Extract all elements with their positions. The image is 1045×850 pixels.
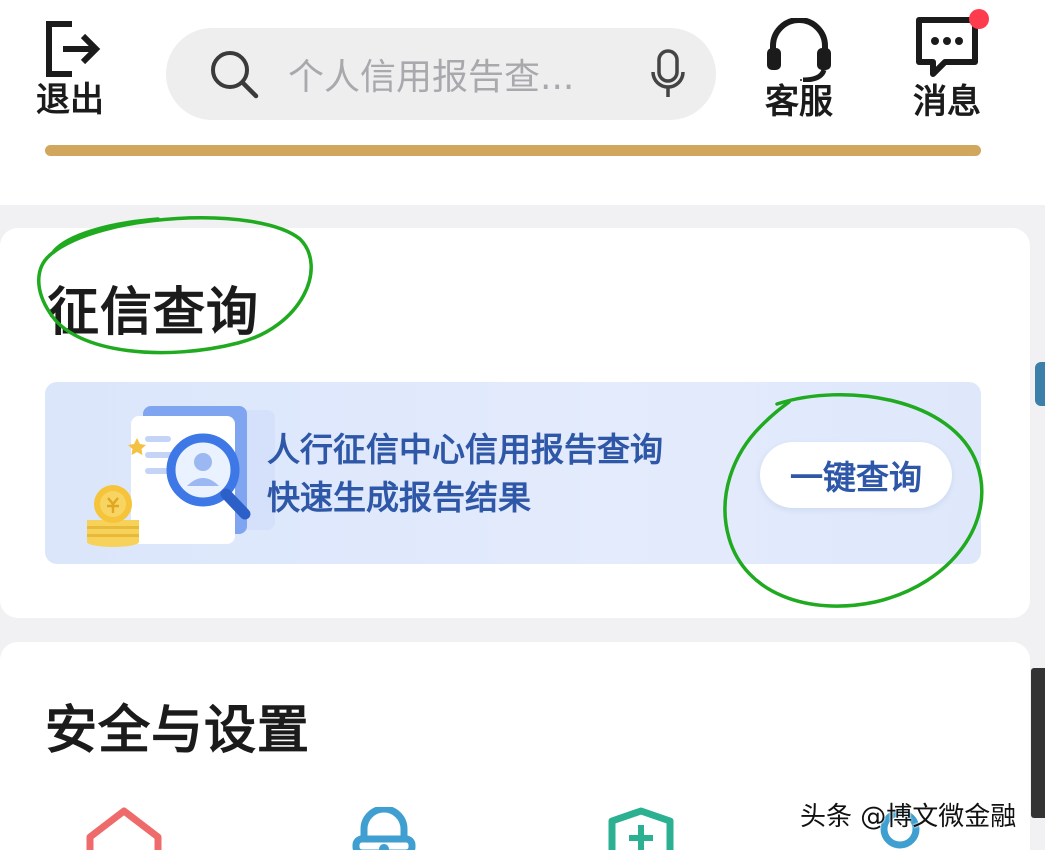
gold-divider [45,145,981,156]
exit-icon [46,21,101,77]
floating-widget-edge[interactable] [1035,362,1045,406]
home-icon[interactable] [84,807,164,850]
top-header: 退出 个人信用报告查... 客服 消息 [0,0,1045,205]
search-icon [211,51,259,99]
search-bar[interactable]: 个人信用报告查... [166,28,716,120]
lock-icon[interactable] [352,807,416,850]
credit-report-banner[interactable]: 人行征信中心信用报告查询 快速生成报告结果 一键查询 [45,382,981,564]
microphone-icon[interactable] [648,48,688,100]
credit-section-title: 征信查询 [47,283,260,343]
message-label: 消息 [913,82,981,122]
banner-line-2: 快速生成报告结果 [267,478,531,517]
exit-label: 退出 [36,80,104,120]
service-label: 客服 [765,82,833,122]
banner-line-1: 人行征信中心信用报告查询 [267,430,663,469]
credit-report-magnifier-icon [87,406,275,547]
headset-icon [767,18,831,82]
shield-plus-icon[interactable] [606,807,676,850]
exit-button[interactable]: 退出 [28,18,112,128]
one-click-query-button[interactable]: 一键查询 [760,442,952,508]
banner-text-block: 人行征信中心信用报告查询 快速生成报告结果 [267,426,663,522]
customer-service-button[interactable]: 客服 [756,18,842,128]
security-section-title: 安全与设置 [45,701,311,761]
scroll-handle[interactable] [1031,668,1045,818]
search-placeholder: 个人信用报告查... [288,57,575,98]
credit-query-card: 征信查询 人行征信中心信用报告查询 快速生成报告结果 一键查询 [0,228,1030,618]
watermark-text: 头条 @博文微金融 [800,802,1017,832]
unread-badge [969,9,989,29]
